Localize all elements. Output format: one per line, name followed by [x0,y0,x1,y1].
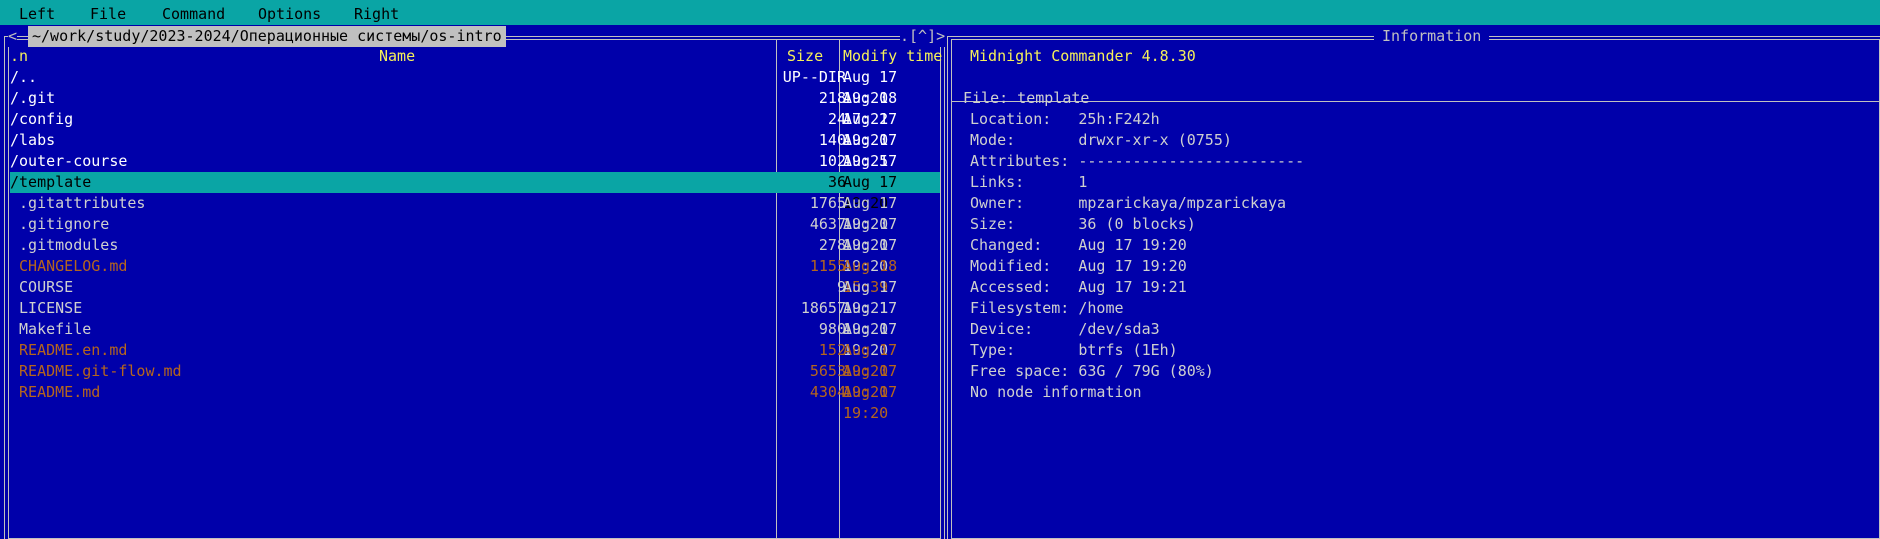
menu-right[interactable]: Right [354,4,399,25]
file-row[interactable]: Makefile 980 Aug 17 19:20 [10,319,940,359]
file-name: /labs [10,131,56,149]
panel-corner-left[interactable]: < [8,26,18,47]
file-name: /.. [10,68,38,86]
current-path[interactable]: ~/work/study/2023-2024/Операционные сист… [28,26,506,47]
file-row[interactable]: /outer-course102Aug 17 21:15 [10,151,940,191]
panels: < ~/work/study/2023-2024/Операционные си… [0,25,1880,539]
file-row[interactable]: .gitattributes 1765 Aug 17 19:20 [10,193,940,233]
file-size: 140 [818,131,846,149]
file-size: 4304 [809,383,846,401]
file-name: README.md [10,383,101,401]
info-panel-title: Information [1374,26,1490,47]
info-file: File: template [963,89,1090,107]
info-line: Modified: Aug 17 19:20 [970,257,1187,275]
info-line: Owner: mpzarickaya/mpzarickaya [970,194,1287,212]
file-row[interactable]: /config 24 Aug 17 19:20 [10,109,940,149]
time-column-header[interactable]: Modify time [843,46,942,67]
file-size: UP--DIR [782,68,846,86]
info-line: Device: /dev/sda3 [970,320,1160,338]
file-name: /.git [10,89,56,107]
file-row[interactable]: CHANGELOG.md 1155 Aug 18 15:39 [10,256,940,296]
app-version: Midnight Commander 4.8.30 [970,47,1196,65]
file-name: .gitmodules [10,236,119,254]
info-line: Mode: drwxr-xr-x (0755) [970,131,1232,149]
file-name: COURSE [10,278,74,296]
file-name: CHANGELOG.md [10,257,128,275]
menu-bar: Left File Command Options Right [0,0,1880,25]
file-row[interactable]: README.git-flow.md 5653 Aug 17 19:20 [10,361,940,401]
info-line: Links: 1 [970,173,1088,191]
file-row[interactable]: /template 36 Aug 17 19:20 [10,172,940,212]
file-row[interactable]: /.git 218 Aug 18 17:22 [10,88,940,128]
file-size: 218 [818,89,846,107]
file-name: .gitattributes [10,194,146,212]
file-row[interactable]: LICENSE 18657 Aug 17 19:20 [10,298,940,338]
menu-left[interactable]: Left [19,4,55,25]
file-size: 1155 [809,257,846,275]
menu-file[interactable]: File [90,4,126,25]
file-row[interactable]: COURSE 9 Aug 17 19:21 [10,277,940,317]
file-modify-time: Aug 17 19:20 [843,383,898,422]
info-line: Size: 36 (0 blocks) [970,215,1196,233]
file-name: /template [10,173,92,191]
file-size: 24 [827,110,846,128]
info-line: Filesystem: /home [970,299,1124,317]
file-row[interactable]: README.en.md 152 Aug 17 19:20 [10,340,940,380]
info-line: Changed: Aug 17 19:20 [970,236,1187,254]
info-line: Free space: 63G / 79G (80%) [970,362,1214,380]
name-column-header[interactable]: Name [379,46,415,67]
info-line: Attributes: ------------------------- [970,152,1305,170]
file-row[interactable]: .gitignore 4637 Aug 17 19:20 [10,214,940,254]
file-name: /outer-course [10,152,128,170]
file-name: README.git-flow.md [10,362,182,380]
info-line: Type: btrfs (1Eh) [970,341,1178,359]
info-line: Location: 25h:F242h [970,110,1160,128]
file-name: README.en.md [10,341,128,359]
file-size: 9 [836,278,846,296]
menu-options[interactable]: Options [258,4,321,25]
file-size: 1765 [809,194,846,212]
file-size: 18657 [800,299,846,317]
file-size: 36 [827,173,846,191]
file-name: Makefile [10,320,92,338]
file-row[interactable]: /labs 140 Aug 17 19:25 [10,130,940,170]
info-line: Accessed: Aug 17 19:21 [970,278,1187,296]
file-row[interactable]: /.. UP--DIR Aug 17 19:20 [10,67,940,107]
file-size: 278 [818,236,846,254]
size-column-header[interactable]: Size [787,46,823,67]
file-name: /config [10,110,74,128]
file-size: 4637 [809,215,846,233]
file-size: 102 [818,152,846,170]
file-size: 5653 [809,362,846,380]
info-line: No node information [970,383,1142,401]
panel-corner-right[interactable]: .[^]> [900,26,946,47]
file-row[interactable]: .gitmodules 278 Aug 17 19:20 [10,235,940,275]
file-name: LICENSE [10,299,83,317]
menu-command[interactable]: Command [162,4,225,25]
file-size: 980 [818,320,846,338]
sort-indicator[interactable]: .n [10,46,28,67]
info-separator [951,101,1880,102]
file-size: 152 [818,341,846,359]
file-name: .gitignore [10,215,110,233]
file-row[interactable]: README.md 4304 Aug 17 19:20 [10,382,940,422]
